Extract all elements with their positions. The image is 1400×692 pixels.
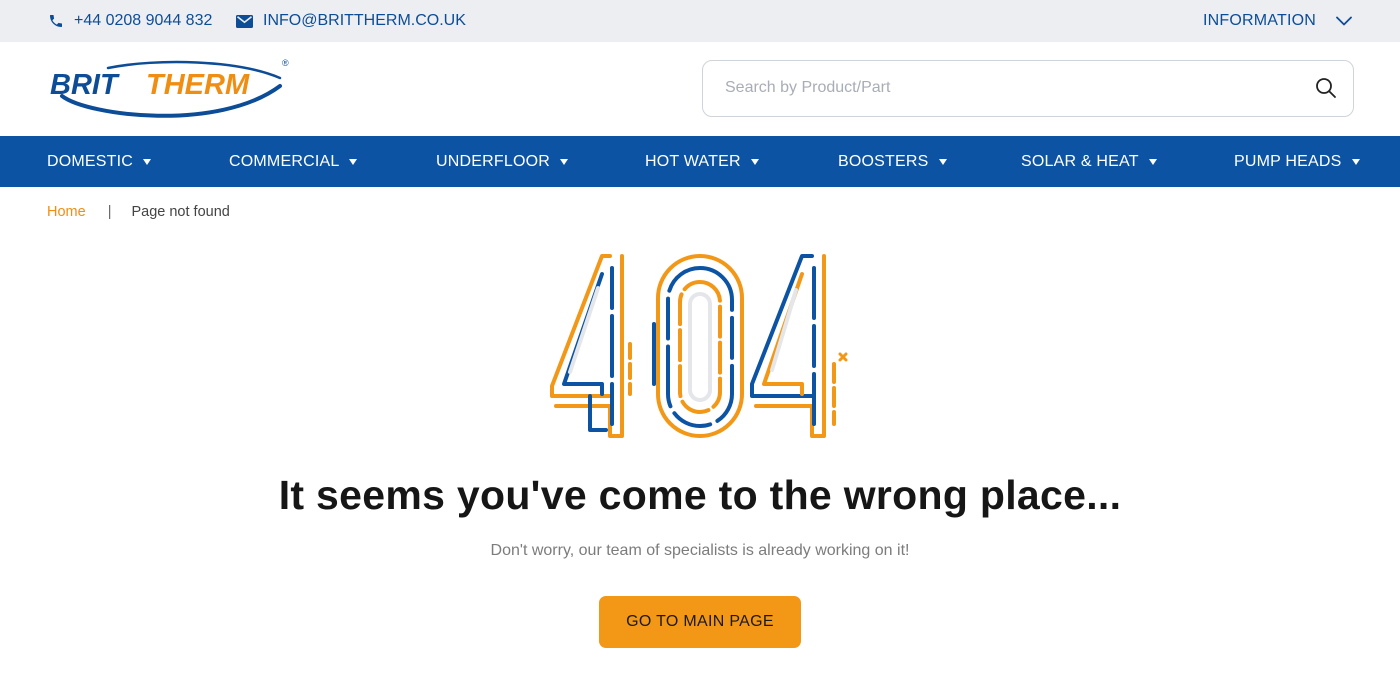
- search-input[interactable]: [725, 61, 1285, 115]
- chevron-down-icon: [1336, 16, 1352, 26]
- error-404-illustration: [550, 254, 848, 438]
- phone-number: +44 0208 9044 832: [74, 12, 213, 29]
- caret-down-icon: [750, 158, 759, 165]
- nav-item-boosters[interactable]: BOOSTERS: [838, 136, 947, 187]
- error-subline: Don't worry, our team of specialists is …: [490, 542, 910, 559]
- nav-item-label: SOLAR & HEAT: [1021, 152, 1139, 170]
- phone-icon: [50, 15, 62, 27]
- caret-down-icon: [1351, 158, 1360, 165]
- caret-down-icon: [560, 158, 569, 165]
- registered-mark: ®: [282, 58, 289, 68]
- logo-text-brit: BRIT: [50, 69, 120, 101]
- nav-item-label: DOMESTIC: [47, 152, 134, 170]
- nav-item-commercial[interactable]: COMMERCIAL: [229, 136, 358, 187]
- caret-down-icon: [938, 158, 947, 165]
- breadcrumb-home-link[interactable]: Home: [47, 204, 86, 220]
- phone-link[interactable]: +44 0208 9044 832: [48, 0, 212, 42]
- caret-down-icon: [143, 158, 152, 165]
- nav-item-label: UNDERFLOOR: [436, 152, 551, 170]
- nav-item-underfloor[interactable]: UNDERFLOOR: [436, 136, 569, 187]
- digit-zero: [652, 254, 744, 438]
- email-link[interactable]: INFO@BRITTHERM.CO.UK: [236, 0, 466, 42]
- breadcrumb: Home | Page not found: [47, 204, 230, 220]
- information-label: INFORMATION: [1202, 12, 1316, 29]
- brittherm-logo[interactable]: BRIT THERM ®: [48, 54, 298, 124]
- breadcrumb-separator: |: [107, 204, 112, 220]
- nav-item-domestic[interactable]: DOMESTIC: [47, 136, 152, 187]
- nav-item-label: COMMERCIAL: [229, 152, 340, 170]
- site-header: BRIT THERM ®: [0, 42, 1400, 136]
- caret-down-icon: [1148, 158, 1157, 165]
- logo-text-therm: THERM: [146, 69, 250, 101]
- breadcrumb-current: Page not found: [131, 204, 230, 220]
- caret-down-icon: [349, 158, 358, 165]
- nav-item-label: HOT WATER: [645, 152, 741, 170]
- information-dropdown[interactable]: INFORMATION: [1203, 0, 1352, 42]
- nav-item-solar-heat[interactable]: SOLAR & HEAT: [1021, 136, 1157, 187]
- nav-item-label: BOOSTERS: [838, 152, 929, 170]
- envelope-icon: [236, 14, 253, 28]
- digit-four-right: [750, 254, 848, 438]
- error-headline: It seems you've come to the wrong place.…: [278, 472, 1122, 518]
- top-utility-bar: +44 0208 9044 832 INFO@BRITTHERM.CO.UK I…: [0, 0, 1400, 42]
- search-box: [702, 60, 1354, 117]
- nav-item-label: PUMP HEADS: [1234, 152, 1342, 170]
- go-to-main-page-button[interactable]: GO TO MAIN PAGE: [599, 596, 801, 648]
- nav-item-pump-heads[interactable]: PUMP HEADS: [1234, 136, 1360, 187]
- nav-item-hot-water[interactable]: HOT WATER: [645, 136, 759, 187]
- main-navigation: DOMESTIC COMMERCIAL UNDERFLOOR HOT WATER…: [0, 136, 1400, 187]
- search-icon[interactable]: [1315, 77, 1337, 99]
- email-address: INFO@BRITTHERM.CO.UK: [263, 12, 466, 29]
- digit-four-left: [550, 254, 632, 438]
